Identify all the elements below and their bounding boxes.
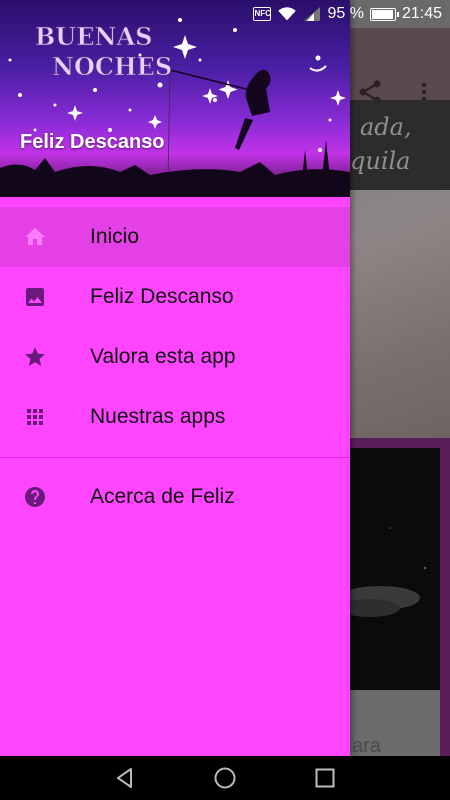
drawer-menu: Inicio Feliz Descanso Valora esta app Nu… (0, 207, 350, 527)
background-card-image (340, 448, 440, 690)
banner-text-line1: ada, (360, 113, 412, 141)
girl-silhouette (245, 69, 271, 116)
status-bar: NFC 95 % 21:45 (0, 0, 450, 28)
menu-item-label: Nuestras apps (90, 405, 226, 428)
home-circle-icon[interactable] (213, 766, 237, 790)
clock: 21:45 (401, 5, 442, 22)
recents-icon[interactable] (313, 766, 337, 790)
drawer-header: BUENAS NOCHES Feliz Descanso (0, 0, 350, 197)
menu-divider (0, 457, 350, 458)
menu-item-label: Feliz Descanso (90, 285, 234, 308)
help-icon (25, 487, 45, 507)
system-navigation-bar (0, 756, 450, 800)
drawer-header-title: Feliz Descanso (20, 131, 165, 153)
navigation-drawer[interactable]: BUENAS NOCHES Feliz Descanso Inicio Feli… (0, 0, 350, 756)
treeline-silhouette (0, 158, 350, 197)
banner-text: ada, quila (350, 110, 450, 178)
back-icon[interactable] (113, 766, 137, 790)
menu-item-inicio[interactable]: Inicio (0, 207, 350, 267)
menu-item-nuestras-apps[interactable]: Nuestras apps (0, 387, 350, 447)
menu-item-label: Valora esta app (90, 345, 236, 368)
card-cloud-image (340, 527, 426, 617)
signal-icon (304, 7, 321, 21)
menu-item-label: Acerca de Feliz (90, 485, 235, 508)
apps-grid-icon (27, 409, 43, 425)
buenas-noches-logo: BUENAS NOCHES (35, 22, 173, 82)
banner-text-line2: quila (350, 147, 411, 175)
logo-line2: NOCHES (52, 52, 172, 81)
battery-percent: 95 % (327, 5, 364, 22)
menu-item-valora[interactable]: Valora esta app (0, 327, 350, 387)
wifi-icon (278, 7, 297, 21)
background-card-text: ara (352, 735, 381, 757)
battery-icon (369, 7, 399, 21)
image-icon (26, 288, 44, 306)
night-sky-illustration: BUENAS NOCHES (0, 10, 350, 197)
nfc-icon: NFC (253, 7, 272, 21)
menu-item-feliz-descanso[interactable]: Feliz Descanso (0, 267, 350, 327)
home-icon (25, 228, 45, 245)
menu-item-acerca[interactable]: Acerca de Feliz (0, 467, 350, 527)
star-icon (25, 347, 45, 366)
menu-item-label: Inicio (90, 225, 140, 248)
